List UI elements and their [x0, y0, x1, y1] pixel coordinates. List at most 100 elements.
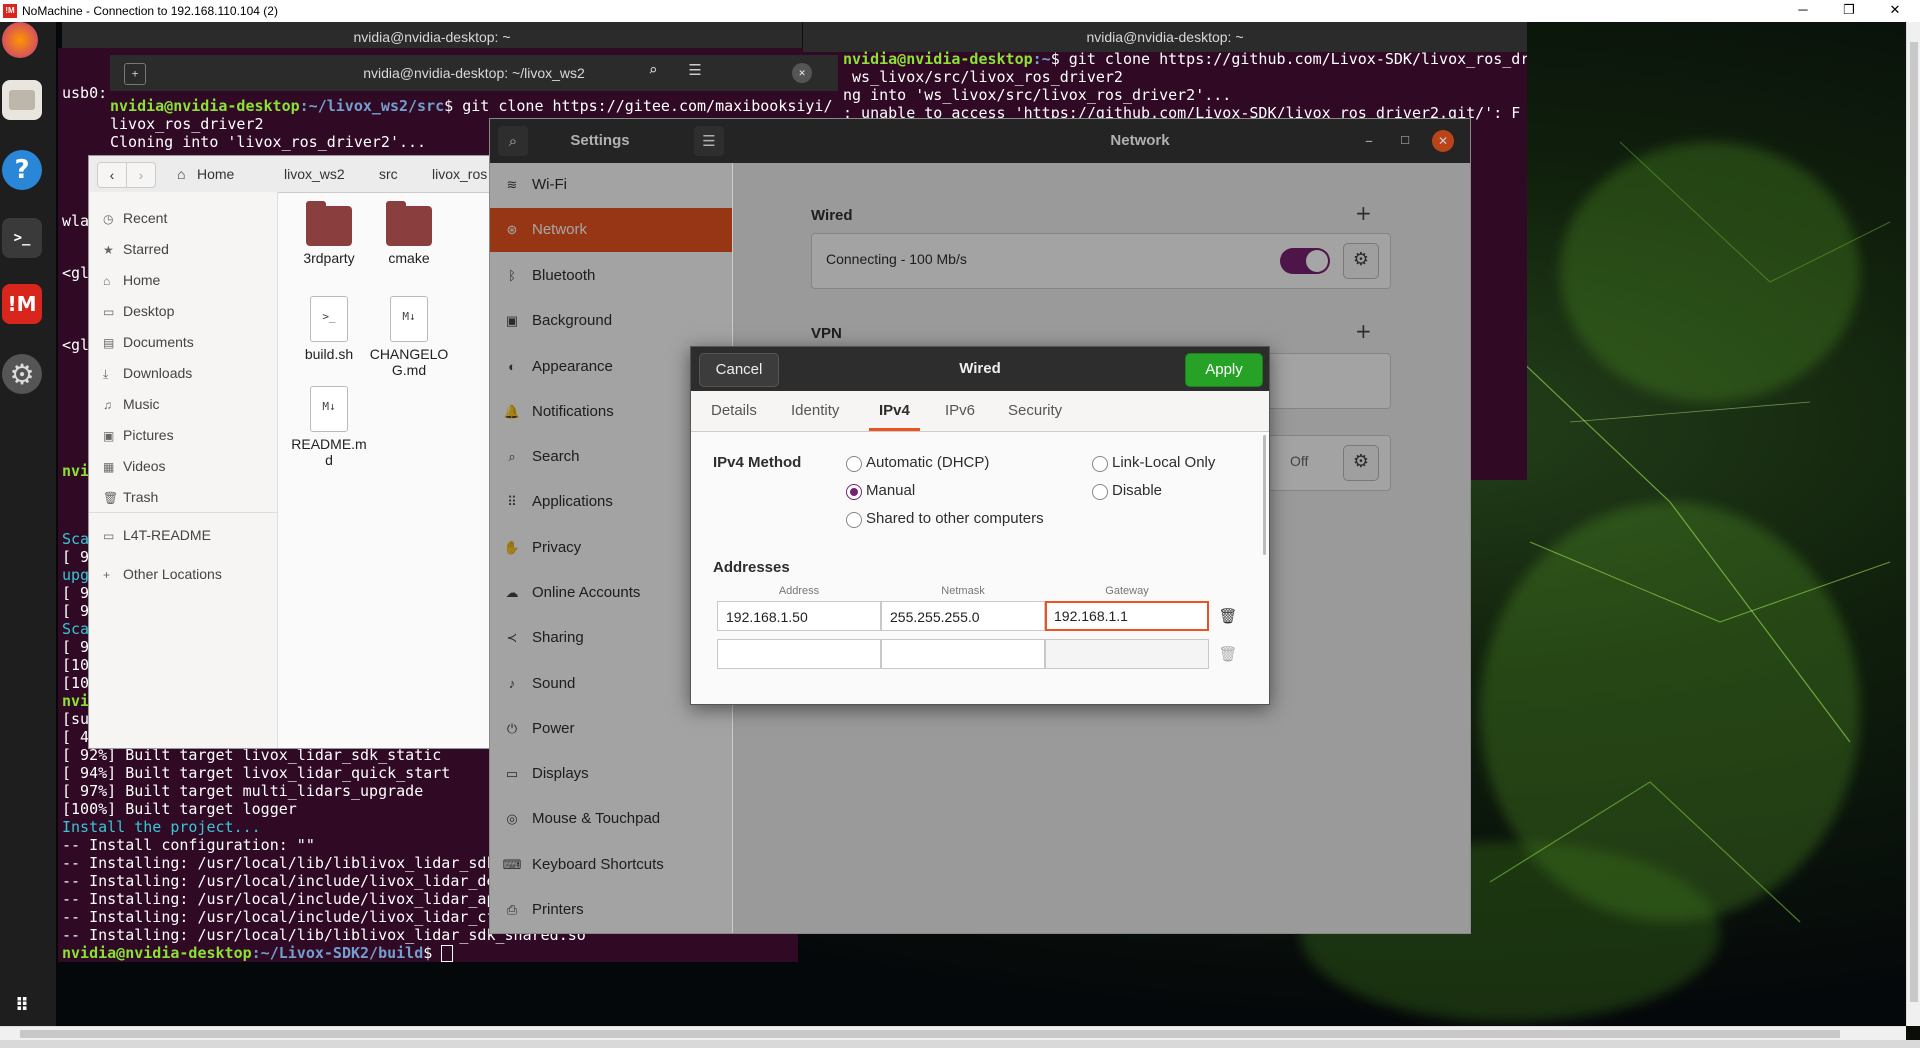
terminal-fragment: <gl [62, 336, 90, 354]
file-item[interactable]: cmake [369, 201, 449, 266]
firefox-icon[interactable] [2, 22, 38, 58]
radio-manual[interactable] [846, 484, 862, 500]
close-button[interactable]: ✕ [1872, 0, 1918, 22]
breadcrumb-home[interactable]: Home [197, 162, 234, 186]
tab-ipv6[interactable]: IPv6 [945, 391, 975, 431]
documents-icon: ▤ [103, 336, 115, 350]
sidebar-item-starred[interactable]: ★ Starred [103, 237, 169, 261]
sidebar-item-home[interactable]: ⌂ Home [103, 268, 160, 292]
files-icon[interactable] [2, 80, 42, 120]
radio-link-local-label: Link-Local Only [1112, 454, 1216, 471]
terminal-output: nvidia@nvidia-desktop:~$ git clone https… [843, 50, 1527, 122]
netmask-input[interactable]: 255.255.255.0 [881, 601, 1045, 631]
sidebar-item-pictures[interactable]: ▣ Pictures [103, 423, 174, 447]
file-name: cmake [388, 250, 430, 266]
address-input-empty[interactable] [717, 639, 881, 669]
breadcrumb-livox-ros[interactable]: livox_ros [432, 162, 487, 186]
folder-icon [386, 201, 432, 246]
markdown-file-icon: M↓ [390, 296, 428, 342]
netmask-input-empty[interactable] [881, 639, 1045, 669]
sidebar-item-label: Music [123, 396, 160, 412]
sidebar-item-downloads[interactable]: ⤓ Downloads [103, 361, 192, 385]
desktop-icon: ▭ [103, 305, 115, 319]
sidebar-item-recent[interactable]: ◷ Recent [103, 206, 167, 230]
file-item[interactable]: 3rdparty [289, 201, 369, 266]
forward-button[interactable]: › [126, 162, 156, 188]
home-icon: ⌂ [103, 274, 111, 288]
close-icon[interactable]: ✕ [792, 63, 812, 83]
files-sidebar: ◷ Recent ★ Starred ⌂ Home ▭ Desktop ▤ Documents ⤓ D… [89, 192, 278, 748]
sidebar-item-label: Documents [123, 334, 194, 350]
prompt-path: :~/livox_ws2/src [299, 97, 445, 115]
sidebar-item-desktop[interactable]: ▭ Desktop [103, 299, 174, 323]
sidebar-item-music[interactable]: ♫ Music [103, 392, 160, 416]
terminal-fragment: [ 4 [62, 728, 90, 746]
file-name: README.md [291, 436, 367, 468]
sidebar-item-l4t-readme[interactable]: ▭ L4T-README [103, 523, 211, 547]
apply-button[interactable]: Apply [1185, 353, 1263, 387]
help-icon[interactable]: ? [2, 150, 42, 190]
nomachine-titlebar: !M NoMachine - Connection to 192.168.110… [0, 0, 1920, 23]
prompt-user: nvidia@nvidia-desktop [843, 50, 1033, 68]
new-tab-icon[interactable]: + [124, 63, 146, 85]
sidebar-item-label: Home [123, 272, 161, 288]
gateway-input-empty[interactable] [1045, 639, 1209, 669]
cancel-button[interactable]: Cancel [699, 353, 779, 387]
terminal-fragment: Sca [62, 530, 90, 548]
nomachine-icon[interactable]: !M [2, 284, 42, 324]
file-name: 3rdparty [303, 250, 355, 266]
terminal-fragment: nvi [62, 692, 90, 710]
breadcrumb-home-icon: ⌂ [177, 166, 186, 182]
terminal-fragment: wla [62, 212, 90, 230]
back-button[interactable]: ‹ [97, 162, 127, 188]
sidebar-item-trash[interactable]: 🗑 Trash [103, 485, 158, 509]
menu-icon[interactable]: ☰ [682, 61, 708, 85]
tab-details[interactable]: Details [711, 391, 757, 431]
sidebar-item-label: Downloads [123, 365, 193, 381]
file-item[interactable]: M↓ CHANGELOG.md [369, 296, 449, 378]
terminal-fragment: [10 [62, 674, 90, 692]
minimize-button[interactable]: ─ [1780, 0, 1826, 22]
show-applications-icon[interactable]: ⠿ [2, 990, 42, 1020]
vertical-scrollbar[interactable] [1906, 22, 1920, 1026]
horizontal-scrollbar-thumb[interactable] [20, 1030, 1840, 1038]
radio-manual-label: Manual [866, 482, 916, 499]
terminal-fragment: [10 [62, 656, 90, 674]
radio-link-local[interactable] [1092, 456, 1108, 472]
files-grid: 3rdparty cmake >_ build.sh M↓ CHANGELOG.md M↓ R… [279, 192, 489, 748]
breadcrumb-src[interactable]: src [379, 162, 398, 186]
address-input[interactable]: 192.168.1.50 [717, 601, 881, 631]
radio-automatic-dhcp[interactable] [846, 456, 862, 472]
tab-security[interactable]: Security [1008, 391, 1062, 431]
files-window[interactable]: ‹ › ⌂ Home livox_ws2 src livox_ros ◷ Rece… [88, 155, 490, 749]
address-column-header: Address [778, 585, 820, 597]
dialog-scrollbar[interactable] [1263, 435, 1266, 555]
file-item[interactable]: M↓ README.md [289, 386, 369, 468]
search-icon[interactable]: ⌕ [640, 61, 666, 85]
horizontal-scrollbar[interactable] [0, 1026, 1906, 1041]
output-line: livox_ros_driver2 [110, 115, 264, 133]
breadcrumb-livox-ws2[interactable]: livox_ws2 [284, 162, 345, 186]
nomachine-logo-icon: !M [3, 4, 17, 18]
maximize-button[interactable]: ❐ [1826, 0, 1872, 22]
tab-identity[interactable]: Identity [791, 391, 839, 431]
terminal-icon[interactable]: >_ [2, 218, 42, 258]
sidebar-item-label: L4T-README [123, 527, 211, 543]
radio-shared[interactable] [846, 512, 862, 528]
delete-row-icon[interactable]: 🗑 [1217, 605, 1239, 627]
wallpaper-lines [1479, 141, 1891, 923]
sidebar-item-other-locations[interactable]: + Other Locations [103, 562, 222, 586]
output-line: Cloning into 'livox_ros_driver2'... [110, 133, 427, 151]
terminal-fragment: upg [62, 566, 90, 584]
sidebar-item-videos[interactable]: ▦ Videos [103, 454, 166, 478]
sidebar-item-label: Recent [123, 210, 168, 226]
folder-icon [306, 201, 352, 246]
tab-ipv4[interactable]: IPv4 [869, 391, 920, 431]
radio-disable[interactable] [1092, 484, 1108, 500]
sidebar-item-documents[interactable]: ▤ Documents [103, 330, 194, 354]
gateway-input[interactable]: 192.168.1.1 [1045, 601, 1209, 631]
settings-gear-icon[interactable]: ⚙ [2, 354, 42, 394]
file-item[interactable]: >_ build.sh [289, 296, 369, 362]
vertical-scrollbar-thumb[interactable] [1910, 42, 1918, 1002]
addresses-label: Addresses [713, 559, 790, 576]
